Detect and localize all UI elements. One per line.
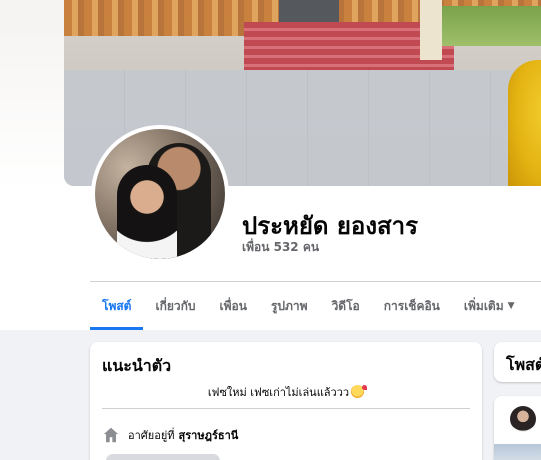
avatar[interactable]: [510, 406, 536, 432]
caret-down-icon: ▼: [507, 301, 515, 311]
intro-divider: [102, 408, 470, 409]
bio-text: เฟซใหม่ เฟซเก่าไม่เล่นแล้ววว: [90, 383, 482, 401]
lives-in-row: อาศัยอยู่ที่ สุราษฎร์ธานี: [102, 426, 238, 444]
tab-about[interactable]: เกี่ยวกับ: [143, 283, 207, 329]
profile-photo: [95, 129, 225, 259]
tab-friends[interactable]: เพื่อน: [208, 283, 259, 329]
featured-chip[interactable]: [106, 454, 220, 460]
intro-title: แนะนำตัว: [102, 356, 172, 375]
tab-photos[interactable]: รูปภาพ: [259, 283, 320, 329]
tab-videos[interactable]: วิดีโอ: [320, 283, 372, 329]
posts-card: โพสต์: [494, 342, 541, 382]
tab-more[interactable]: เพิ่มเติม ▼: [452, 283, 527, 329]
smiling-face-with-hearts-icon: [351, 385, 368, 398]
posts-title: โพสต์: [506, 355, 541, 374]
profile-tabs: โพสต์ เกี่ยวกับ เพื่อน รูปภาพ วิดีโอ การ…: [90, 282, 527, 330]
home-icon: [103, 427, 119, 443]
post-card: [494, 396, 541, 460]
friends-count[interactable]: เพื่อน 532 คน: [242, 238, 319, 257]
city-link[interactable]: สุราษฎร์ธานี: [179, 426, 239, 444]
post-image[interactable]: [494, 444, 541, 460]
intro-card: แนะนำตัว เฟซใหม่ เฟซเก่าไม่เล่นแล้ววว อา…: [90, 342, 482, 460]
tab-posts[interactable]: โพสต์: [90, 283, 144, 330]
left-background: [0, 0, 64, 190]
tab-checkins[interactable]: การเช็คอิน: [372, 283, 452, 329]
profile-picture[interactable]: [91, 125, 229, 263]
